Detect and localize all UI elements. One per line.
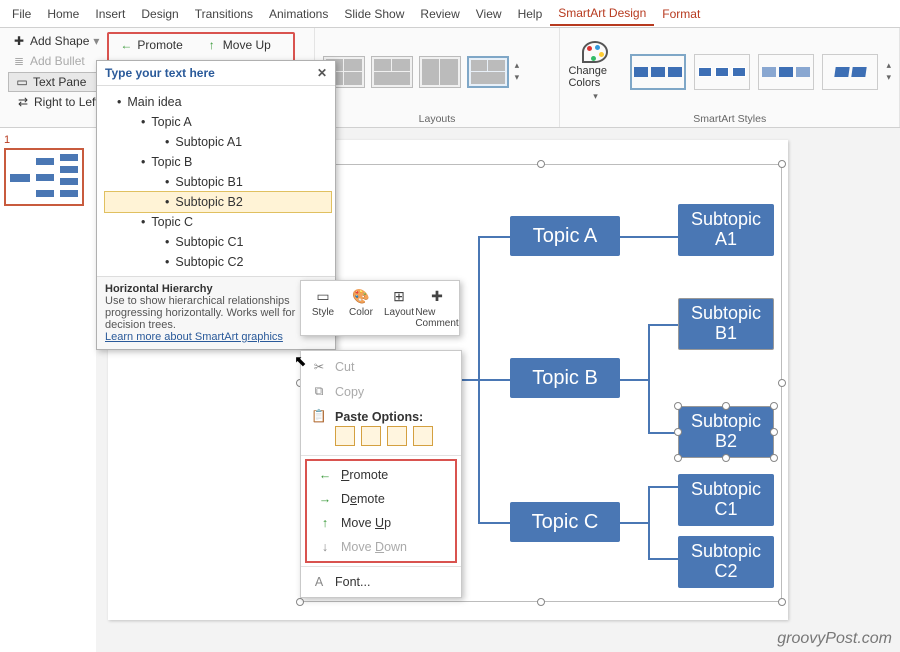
font-icon: A <box>311 575 327 589</box>
node-topic-b[interactable]: Topic B <box>510 358 620 398</box>
layout-option-4-selected[interactable] <box>467 56 509 88</box>
menu-home[interactable]: Home <box>39 3 87 25</box>
textpane-icon: ▭ <box>15 75 29 89</box>
style-option-3[interactable] <box>758 54 814 90</box>
arrow-down-icon: ↓ <box>317 540 333 554</box>
node-topic-a[interactable]: Topic A <box>510 216 620 256</box>
menu-animations[interactable]: Animations <box>261 3 336 25</box>
tp-item-topic-c[interactable]: Topic C <box>105 212 331 232</box>
learn-more-link[interactable]: Learn more about SmartArt graphics <box>105 331 327 343</box>
tp-item-topic-a[interactable]: Topic A <box>105 112 331 132</box>
ctx-highlight-box: ←Promote →Demote ↑Move Up ↓Move Down <box>305 459 457 563</box>
arrow-up-icon: ↑ <box>205 38 219 52</box>
text-pane-button[interactable]: ▭Text Pane <box>8 72 103 92</box>
menu-smartart-design[interactable]: SmartArt Design <box>550 2 654 26</box>
tp-item-sub-b2-selected[interactable]: Subtopic B2 <box>105 192 331 212</box>
tp-item-sub-c1[interactable]: Subtopic C1 <box>105 232 331 252</box>
mini-layout-button[interactable]: ⊞Layout <box>381 285 417 331</box>
ctx-demote[interactable]: →Demote <box>307 487 455 511</box>
ctx-font[interactable]: AFont... <box>301 570 461 594</box>
ctx-promote[interactable]: ←Promote <box>307 463 455 487</box>
paste-option-2[interactable] <box>361 426 381 446</box>
layout-mini-icon: ⊞ <box>389 287 409 305</box>
node-subtopic-b2-selected[interactable]: Subtopic B2 <box>678 406 774 458</box>
menu-design[interactable]: Design <box>133 3 186 25</box>
node-subtopic-c1[interactable]: Subtopic C1 <box>678 474 774 526</box>
menu-view[interactable]: View <box>468 3 510 25</box>
styles-more[interactable]: ▴▾ <box>886 60 891 83</box>
node-subtopic-c2[interactable]: Subtopic C2 <box>678 536 774 588</box>
slide-thumbnails: 1 <box>0 128 96 652</box>
arrow-left-icon: ← <box>317 468 333 482</box>
menu-help[interactable]: Help <box>510 3 551 25</box>
change-colors-button[interactable]: Change Colors▾ <box>568 39 622 105</box>
layouts-more[interactable]: ▴▾ <box>515 60 520 83</box>
slide-thumbnail-1[interactable] <box>4 148 84 206</box>
menu-format[interactable]: Format <box>654 3 708 25</box>
menu-file[interactable]: File <box>4 3 39 25</box>
move-up-button[interactable]: ↑Move Up <box>201 36 275 54</box>
right-to-left-button[interactable]: ⇄Right to Left <box>12 93 103 111</box>
context-menu: ✂Cut ⧉Copy 📋Paste Options: ←Promote →Dem… <box>300 350 462 598</box>
paste-option-1[interactable] <box>335 426 355 446</box>
group-label-layouts: Layouts <box>323 111 552 125</box>
watermark: groovyPost.com <box>777 630 892 648</box>
text-pane-header: Type your text here ✕ <box>97 61 335 86</box>
mini-color-button[interactable]: 🎨Color <box>343 285 379 331</box>
arrow-left-icon: ← <box>119 38 133 52</box>
color-icon: 🎨 <box>351 287 371 305</box>
paste-icon: 📋 <box>311 409 327 424</box>
copy-icon: ⧉ <box>311 384 327 399</box>
mini-new-comment-button[interactable]: ✚New Comment <box>419 285 455 331</box>
close-icon[interactable]: ✕ <box>317 66 327 80</box>
ribbon-group-styles: Change Colors▾ ▴▾ SmartArt Styles <box>560 28 900 127</box>
promote-button[interactable]: ←Promote <box>115 36 186 54</box>
ctx-copy: ⧉Copy <box>301 379 461 404</box>
mini-style-button[interactable]: ▭Style <box>305 285 341 331</box>
text-pane-list[interactable]: Main idea Topic A Subtopic A1 Topic B Su… <box>97 86 335 276</box>
tp-item-sub-c2[interactable]: Subtopic C2 <box>105 252 331 272</box>
menu-transitions[interactable]: Transitions <box>187 3 261 25</box>
ctx-paste-heading: 📋Paste Options: <box>301 404 461 424</box>
menu-insert[interactable]: Insert <box>87 3 133 25</box>
style-option-4[interactable] <box>822 54 878 90</box>
ctx-move-down: ↓Move Down <box>307 535 455 559</box>
style-option-2[interactable] <box>694 54 750 90</box>
tp-item-sub-a1[interactable]: Subtopic A1 <box>105 132 331 152</box>
paste-option-4[interactable] <box>413 426 433 446</box>
menu-bar: File Home Insert Design Transitions Anim… <box>0 0 900 28</box>
style-option-1[interactable] <box>630 54 686 90</box>
paste-option-3[interactable] <box>387 426 407 446</box>
menu-review[interactable]: Review <box>412 3 467 25</box>
add-bullet-button: ≣Add Bullet <box>8 52 103 70</box>
rtl-icon: ⇄ <box>16 95 30 109</box>
ctx-paste-options <box>301 424 461 452</box>
add-shape-button[interactable]: ✚Add Shape ▾ <box>8 32 103 50</box>
group-label-styles: SmartArt Styles <box>568 111 891 125</box>
menu-slideshow[interactable]: Slide Show <box>336 3 412 25</box>
palette-icon <box>582 41 608 63</box>
layout-option-2[interactable] <box>371 56 413 88</box>
style-icon: ▭ <box>313 287 333 305</box>
bullet-icon: ≣ <box>12 54 26 68</box>
cursor-icon: ⬉ <box>294 352 307 370</box>
tp-item-main[interactable]: Main idea <box>105 92 331 112</box>
arrow-up-icon: ↑ <box>317 516 333 530</box>
ribbon-group-layouts: ▴▾ Layouts <box>315 28 561 127</box>
ctx-move-up[interactable]: ↑Move Up <box>307 511 455 535</box>
cut-icon: ✂ <box>311 359 327 374</box>
slide-number: 1 <box>4 134 92 146</box>
tp-item-topic-b[interactable]: Topic B <box>105 152 331 172</box>
node-topic-c[interactable]: Topic C <box>510 502 620 542</box>
comment-icon: ✚ <box>427 287 447 305</box>
layout-option-3[interactable] <box>419 56 461 88</box>
arrow-right-icon: → <box>317 492 333 506</box>
node-subtopic-a1[interactable]: Subtopic A1 <box>678 204 774 256</box>
node-subtopic-b1[interactable]: Subtopic B1 <box>678 298 774 350</box>
tp-item-sub-b1[interactable]: Subtopic B1 <box>105 172 331 192</box>
mini-toolbar: ▭Style 🎨Color ⊞Layout ✚New Comment <box>300 280 460 336</box>
plus-icon: ✚ <box>12 34 26 48</box>
ctx-cut: ✂Cut <box>301 354 461 379</box>
